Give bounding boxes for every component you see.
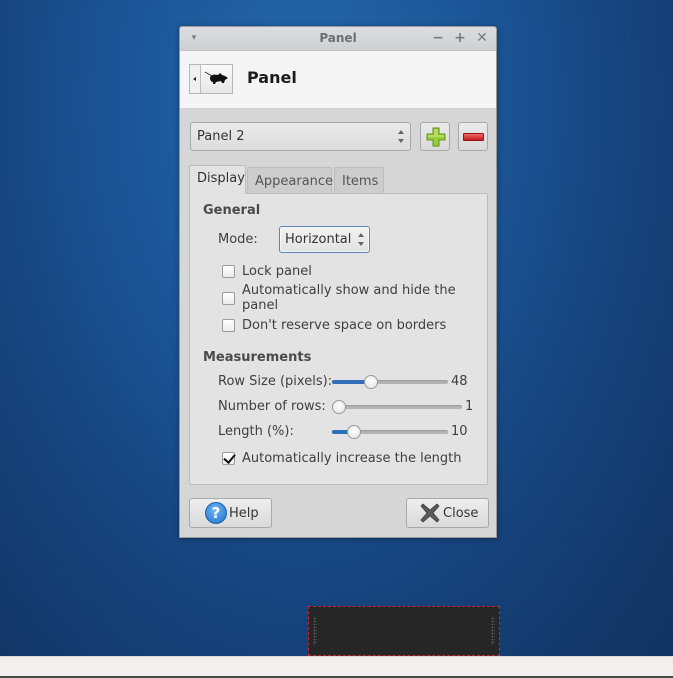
display-tab-panel: General Mode: Horizontal Lock panel Auto… <box>189 193 488 485</box>
rows-value: 1 <box>465 399 474 414</box>
lock-panel-checkbox[interactable] <box>222 264 235 278</box>
updown-arrows-icon <box>357 233 364 246</box>
autohide-label: Automatically show and hide the panel <box>242 283 456 313</box>
length-label: Length (%): <box>218 424 294 439</box>
tab-display[interactable]: Display <box>189 165 246 194</box>
lock-panel-label: Lock panel <box>242 263 312 279</box>
help-button[interactable]: ? Help <box>189 498 272 528</box>
mouse-icon <box>204 71 228 84</box>
rows-label: Number of rows: <box>218 399 326 414</box>
slider-knob[interactable] <box>363 375 378 389</box>
xfce-panel-icon <box>189 64 233 94</box>
close-button[interactable]: Close <box>406 498 489 528</box>
panel-grip-left[interactable] <box>313 617 317 645</box>
autohide-checkbox-row[interactable]: Automatically show and hide the panel <box>222 283 487 313</box>
window-title: Panel <box>319 31 357 45</box>
panel-handle-icon <box>190 65 201 93</box>
remove-panel-button[interactable] <box>458 122 488 151</box>
mode-select-value: Horizontal <box>285 232 352 247</box>
length-value: 10 <box>451 424 468 439</box>
maximize-button[interactable]: + <box>452 30 468 46</box>
tab-items[interactable]: Items <box>334 167 384 193</box>
close-window-button[interactable]: ✕ <box>474 30 490 46</box>
tab-appearance[interactable]: Appearance <box>247 167 333 193</box>
header-title: Panel <box>247 68 297 87</box>
measurements-section-title: Measurements <box>203 350 312 365</box>
mode-select[interactable]: Horizontal <box>279 226 370 253</box>
slider-track <box>332 405 462 409</box>
reserve-space-label: Don't reserve space on borders <box>242 317 447 333</box>
reserve-space-checkbox-row[interactable]: Don't reserve space on borders <box>222 317 446 333</box>
slider-knob[interactable] <box>332 400 346 414</box>
plus-icon <box>426 127 446 147</box>
row-size-slider[interactable] <box>332 374 448 390</box>
panel-select-dropdown[interactable]: Panel 2 <box>190 122 411 151</box>
auto-length-checkbox[interactable] <box>222 451 235 465</box>
dialog-header: Panel <box>180 51 496 109</box>
title-bar[interactable]: ▾ Panel − + ✕ <box>180 27 496 51</box>
help-label: Help <box>229 505 259 521</box>
slider-knob[interactable] <box>347 425 362 439</box>
panel-select-value: Panel 2 <box>197 129 245 144</box>
help-icon: ? <box>205 502 227 524</box>
general-section-title: General <box>203 203 261 218</box>
close-x-icon <box>420 503 440 523</box>
panel-grip-right[interactable] <box>491 617 495 645</box>
mode-label: Mode: <box>218 232 258 247</box>
updown-arrows-icon <box>397 130 404 143</box>
row-size-value: 48 <box>451 374 468 389</box>
minus-icon <box>463 133 484 141</box>
close-label: Close <box>443 505 479 521</box>
bottom-panel <box>0 656 673 678</box>
length-slider[interactable] <box>332 424 448 440</box>
reserve-space-checkbox[interactable] <box>222 318 235 332</box>
lock-panel-checkbox-row[interactable]: Lock panel <box>222 263 312 279</box>
row-size-label: Row Size (pixels): <box>218 374 333 389</box>
panel-2-preview[interactable] <box>308 606 500 656</box>
auto-length-label: Automatically increase the length <box>242 450 462 466</box>
minimize-button[interactable]: − <box>430 30 446 46</box>
panel-preferences-dialog: ▾ Panel − + ✕ Panel Panel 2 Display Appe… <box>179 26 497 538</box>
rows-slider[interactable] <box>332 399 462 415</box>
add-panel-button[interactable] <box>420 122 450 151</box>
autohide-checkbox[interactable] <box>222 291 235 305</box>
auto-length-checkbox-row[interactable]: Automatically increase the length <box>222 450 462 466</box>
